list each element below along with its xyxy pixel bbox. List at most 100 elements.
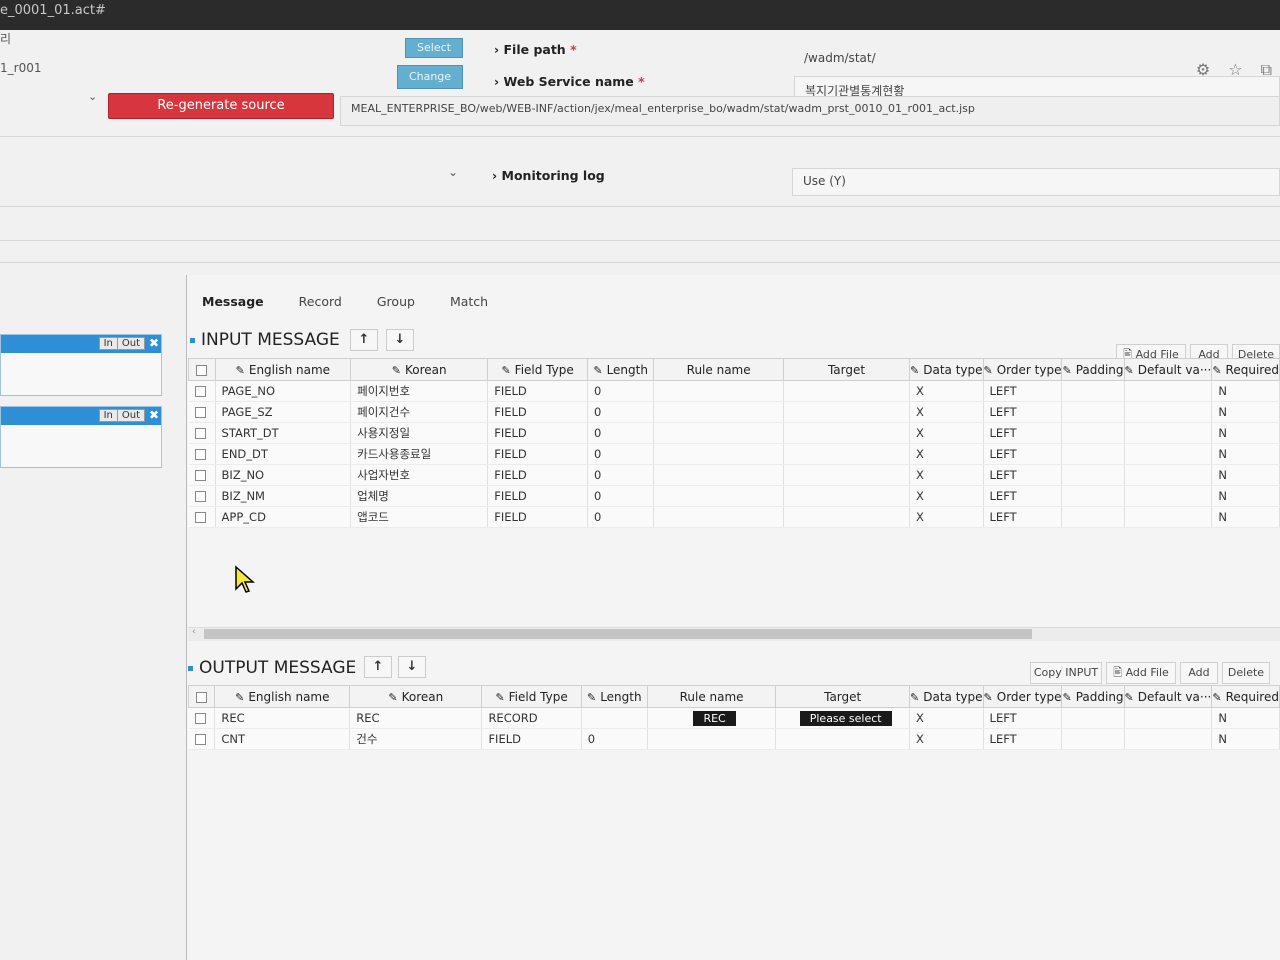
monitoring-log-field[interactable]: Use (Y)	[792, 168, 1280, 196]
in-out-toggle[interactable]: In Out	[98, 409, 145, 422]
table-row[interactable]: PAGE_SZ 페이지건수 FIELD 0 X LEFT N	[188, 401, 1280, 423]
change-button[interactable]: Change	[397, 65, 463, 89]
cell-data-type[interactable]: X	[909, 422, 984, 444]
row-checkbox[interactable]	[188, 464, 216, 486]
cell-field-type[interactable]: FIELD	[481, 728, 582, 750]
cell-field-type[interactable]: FIELD	[487, 380, 588, 402]
cell-required[interactable]: N	[1211, 464, 1280, 486]
col-default-value[interactable]: ✎ Default va···	[1123, 358, 1213, 381]
chevron-down-icon[interactable]: ⌄	[88, 90, 97, 103]
cell-english-name[interactable]: END_DT	[215, 443, 352, 465]
move-up-button[interactable]: ↑	[364, 656, 392, 678]
col-order-type[interactable]: ✎ Order type	[982, 685, 1063, 708]
cell-korean[interactable]: 앱코드	[350, 506, 489, 528]
cell-padding[interactable]	[1061, 443, 1125, 465]
cell-target[interactable]	[783, 464, 911, 486]
cell-data-type[interactable]: X	[909, 401, 984, 423]
cell-length[interactable]: 0	[581, 728, 648, 750]
cell-length[interactable]: 0	[587, 422, 655, 444]
col-data-type[interactable]: ✎ Data type	[909, 358, 984, 381]
cell-padding[interactable]	[1061, 401, 1125, 423]
row-checkbox[interactable]	[188, 707, 216, 729]
cell-length[interactable]	[581, 707, 648, 729]
regenerate-source-button[interactable]: Re-generate source	[108, 93, 334, 119]
cell-korean[interactable]: 건수	[349, 728, 483, 750]
tab-message[interactable]: Message	[202, 294, 264, 309]
cell-order-type[interactable]: LEFT	[983, 380, 1063, 402]
cell-required[interactable]: N	[1211, 485, 1280, 507]
col-required[interactable]: ✎ Required	[1211, 685, 1280, 708]
cell-order-type[interactable]: LEFT	[983, 422, 1063, 444]
sidebar-node[interactable]: In Out ✖	[0, 406, 162, 468]
cell-padding[interactable]	[1061, 464, 1125, 486]
cell-default-value[interactable]	[1124, 401, 1213, 423]
cell-default-value[interactable]	[1124, 506, 1213, 528]
cell-field-type[interactable]: FIELD	[487, 422, 588, 444]
cell-order-type[interactable]: LEFT	[983, 506, 1063, 528]
col-padding[interactable]: ✎ Padding	[1061, 685, 1125, 708]
col-english-name[interactable]: ✎ English name	[214, 685, 351, 708]
copy-input-button[interactable]: Copy INPUT	[1030, 662, 1102, 684]
cell-rule-name[interactable]	[653, 506, 784, 528]
move-up-button[interactable]: ↑	[350, 329, 378, 351]
cell-required[interactable]: N	[1211, 506, 1280, 528]
table-row[interactable]: PAGE_NO 페이지번호 FIELD 0 X LEFT N	[188, 380, 1280, 402]
cell-padding[interactable]	[1061, 707, 1125, 729]
col-padding[interactable]: ✎ Padding	[1061, 358, 1125, 381]
tab-group[interactable]: Group	[377, 294, 415, 309]
cell-default-value[interactable]	[1124, 443, 1213, 465]
cell-rule-name[interactable]	[653, 443, 784, 465]
cell-rule-name[interactable]	[653, 380, 784, 402]
select-button[interactable]: Select	[405, 38, 463, 58]
row-checkbox[interactable]	[188, 443, 216, 465]
cell-target[interactable]	[783, 506, 911, 528]
in-label[interactable]: In	[100, 410, 117, 421]
col-english-name[interactable]: ✎ English name	[214, 358, 352, 381]
cell-default-value[interactable]	[1124, 707, 1213, 729]
move-down-button[interactable]: ↓	[398, 656, 426, 678]
cell-required[interactable]: N	[1211, 401, 1280, 423]
cell-data-type[interactable]: X	[909, 506, 984, 528]
output-delete-button[interactable]: Delete	[1222, 662, 1270, 684]
cell-length[interactable]: 0	[587, 380, 655, 402]
cell-order-type[interactable]: LEFT	[983, 485, 1063, 507]
cell-korean[interactable]: 업체명	[350, 485, 489, 507]
cell-korean[interactable]: 페이지건수	[350, 401, 489, 423]
cell-rule-name[interactable]: REC	[647, 707, 777, 729]
scroll-left-icon[interactable]: ‹	[192, 627, 196, 637]
cell-target[interactable]	[775, 728, 911, 750]
col-length[interactable]: ✎ Length	[586, 358, 655, 381]
cell-target[interactable]	[783, 380, 911, 402]
select-all-checkbox[interactable]	[188, 358, 216, 381]
table-row[interactable]: BIZ_NM 업체명 FIELD 0 X LEFT N	[188, 485, 1280, 507]
cell-english-name[interactable]: PAGE_NO	[215, 380, 352, 402]
cell-padding[interactable]	[1061, 728, 1125, 750]
close-icon[interactable]: ✖	[149, 336, 159, 350]
cell-length[interactable]: 0	[587, 506, 655, 528]
close-icon[interactable]: ✖	[149, 408, 159, 422]
cell-english-name[interactable]: START_DT	[215, 422, 352, 444]
cell-padding[interactable]	[1061, 422, 1125, 444]
cell-target[interactable]: Please select	[775, 707, 911, 729]
cell-default-value[interactable]	[1124, 728, 1213, 750]
output-add-button[interactable]: Add	[1180, 662, 1218, 684]
cell-length[interactable]: 0	[587, 464, 655, 486]
cell-order-type[interactable]: LEFT	[983, 707, 1063, 729]
cell-rule-name[interactable]	[653, 464, 784, 486]
cell-rule-name[interactable]	[647, 728, 777, 750]
cell-english-name[interactable]: PAGE_SZ	[215, 401, 352, 423]
row-checkbox[interactable]	[188, 380, 216, 402]
output-add-file-button[interactable]: 🖹 Add File	[1106, 662, 1176, 684]
cell-field-type[interactable]: FIELD	[487, 506, 588, 528]
cell-field-type[interactable]: FIELD	[487, 485, 588, 507]
cell-target[interactable]	[783, 485, 911, 507]
cell-order-type[interactable]: LEFT	[983, 464, 1063, 486]
table-row[interactable]: END_DT 카드사용종료일 FIELD 0 X LEFT N	[188, 443, 1280, 465]
col-length[interactable]: ✎ Length	[580, 685, 648, 708]
cell-default-value[interactable]	[1124, 464, 1213, 486]
select-all-checkbox[interactable]	[187, 685, 216, 708]
out-label[interactable]: Out	[116, 338, 144, 349]
cell-default-value[interactable]	[1124, 485, 1213, 507]
sidebar-node[interactable]: In Out ✖	[0, 334, 162, 396]
row-checkbox[interactable]	[188, 485, 216, 507]
